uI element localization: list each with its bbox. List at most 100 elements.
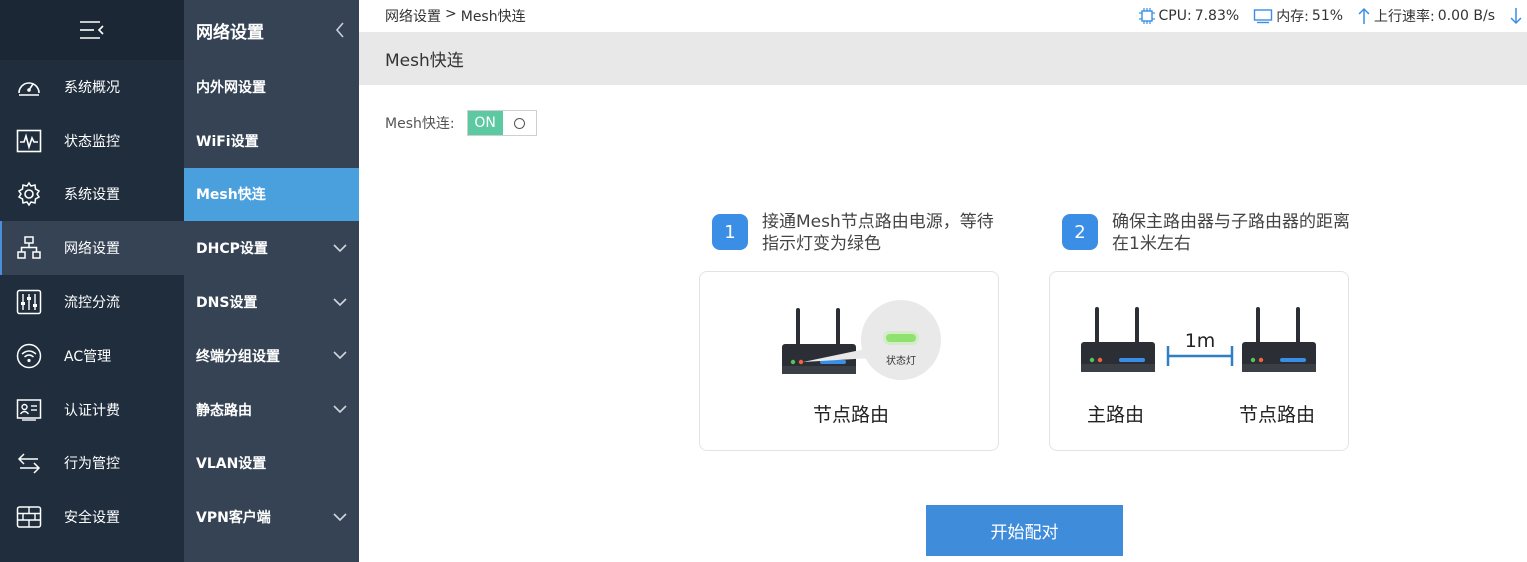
sidebar-item-label: 行为管控 (64, 456, 120, 473)
step-2: 2 确保主路由器与子路由器的距离在1米左右 (1062, 211, 1352, 255)
sidebar-item-flow-control[interactable]: 流控分流 (0, 275, 184, 329)
sidebar-item-network[interactable]: 网络设置 (0, 221, 184, 276)
subnav-item-label: DHCP设置 (196, 241, 268, 258)
sidebar-item-system[interactable]: 系统设置 (0, 168, 184, 222)
mesh-toggle-switch[interactable]: ON (466, 110, 537, 136)
node-router-label: 节点路由 (1239, 404, 1316, 426)
subnav-header: 网络设置 (184, 0, 359, 60)
collapse-menu-button[interactable] (0, 0, 184, 60)
upload-label: 上行速率: (1374, 9, 1435, 25)
gear-icon (15, 180, 43, 208)
sidebar-item-behavior[interactable]: 行为管控 (0, 437, 184, 491)
subnav-item-label: Mesh快连 (196, 187, 266, 204)
subnav-item-vpn-client[interactable]: VPN客户端 (184, 490, 359, 544)
toggle-off-circle-icon (513, 117, 525, 129)
step-number: 1 (712, 214, 748, 250)
chevron-down-icon (333, 244, 347, 252)
subnav-item-label: DNS设置 (196, 295, 258, 312)
page-title: Mesh快连 (385, 51, 464, 71)
step-text: 确保主路由器与子路由器的距离在1米左右 (1112, 212, 1350, 254)
memory-icon (1253, 9, 1273, 24)
sidebar-item-ac[interactable]: AC管理 (0, 329, 184, 383)
distance-label: 1m (1185, 330, 1216, 352)
id-card-icon (15, 396, 43, 424)
primary-nav-list: 系统概况 状态监控 系统设置 网络设置 流控分流 AC管理 认证计费 行为管控 … (0, 60, 184, 544)
subnav-item-dns[interactable]: DNS设置 (184, 275, 359, 329)
subnav-item-dhcp[interactable]: DHCP设置 (184, 221, 359, 275)
subnav-item-vlan[interactable]: VLAN设置 (184, 437, 359, 491)
app-root: 系统概况 状态监控 系统设置 网络设置 流控分流 AC管理 认证计费 行为管控 … (0, 0, 1527, 562)
sidebar-item-label: AC管理 (64, 348, 112, 365)
toggle-off-side (503, 111, 536, 135)
main-router-icon (1081, 307, 1155, 372)
transfer-arrows-icon (15, 449, 43, 477)
firewall-icon (15, 503, 43, 531)
toggle-on-text: ON (467, 111, 503, 135)
memory-value: 51% (1311, 8, 1344, 24)
sidebar-item-label: 认证计费 (64, 402, 120, 419)
sidebar-item-label: 状态监控 (64, 133, 120, 150)
top-bar: 网络设置 > Mesh快连 CPU: 7.83% 内存: 51% 上行速率: 0… (359, 0, 1527, 32)
upload-value: 0.00 B/s (1437, 8, 1495, 24)
sliders-icon (15, 288, 43, 316)
sidebar-item-label: 系统概况 (64, 79, 120, 96)
cpu-status: CPU: 7.83% (1138, 7, 1240, 25)
step-text: 接通Mesh节点路由电源，等待指示灯变为绿色 (762, 212, 994, 254)
breadcrumb-parent[interactable]: 网络设置 (385, 6, 441, 26)
subnav-item-static-route[interactable]: 静态路由 (184, 383, 359, 437)
wifi-icon (15, 342, 43, 370)
router-icon (782, 308, 856, 374)
menu-collapse-icon (80, 21, 104, 39)
mesh-toggle-label: Mesh快连: (385, 116, 455, 132)
arrow-up-icon (1358, 7, 1370, 24)
chevron-left-icon[interactable] (335, 22, 345, 38)
sidebar-item-security[interactable]: 安全设置 (0, 490, 184, 544)
memory-label: 内存: (1276, 9, 1309, 25)
subnav-item-terminal-group[interactable]: 终端分组设置 (184, 329, 359, 383)
subnav-item-label: 静态路由 (196, 402, 252, 419)
network-topology-icon (15, 234, 43, 262)
node-router-label: 节点路由 (813, 404, 890, 426)
page-title-bar: Mesh快连 (359, 32, 1527, 85)
arrow-down-icon (1510, 8, 1522, 25)
cpu-chip-icon (1138, 8, 1155, 24)
start-pairing-button[interactable]: 开始配对 (926, 505, 1123, 556)
mesh-toggle-row: Mesh快连: ON (385, 110, 537, 136)
subnav-item-label: 终端分组设置 (196, 348, 280, 365)
chevron-down-icon (333, 351, 347, 360)
breadcrumb-separator: > (445, 6, 457, 22)
status-light-label: 状态灯 (886, 354, 916, 367)
memory-status: 内存: 51% (1253, 6, 1343, 26)
secondary-sidebar: 网络设置 内外网设置 WiFi设置 Mesh快连 DHCP设置 DNS设置 终端… (184, 0, 359, 562)
chevron-down-icon (333, 298, 347, 306)
subnav-item-label: WiFi设置 (196, 133, 259, 150)
cpu-value: 7.83% (1194, 8, 1240, 24)
sidebar-item-label: 网络设置 (64, 241, 120, 258)
sidebar-item-label: 安全设置 (64, 510, 120, 527)
primary-sidebar: 系统概况 状态监控 系统设置 网络设置 流控分流 AC管理 认证计费 行为管控 … (0, 0, 184, 562)
subnav-item-lan-wan[interactable]: 内外网设置 (184, 60, 359, 114)
subnav-item-wifi[interactable]: WiFi设置 (184, 114, 359, 168)
sidebar-item-label: 流控分流 (64, 295, 120, 312)
upload-status: 上行速率: 0.00 B/s (1357, 6, 1495, 26)
subnav-item-label: VLAN设置 (196, 456, 267, 473)
sidebar-item-label: 系统设置 (64, 187, 120, 204)
sidebar-item-auth[interactable]: 认证计费 (0, 383, 184, 437)
sidebar-item-monitor[interactable]: 状态监控 (0, 114, 184, 168)
step-number: 2 (1062, 214, 1098, 250)
subnav-item-label: 内外网设置 (196, 79, 266, 96)
chevron-down-icon (333, 513, 347, 521)
router-distance-illustration: 1m (1081, 307, 1316, 372)
sidebar-item-overview[interactable]: 系统概况 (0, 60, 184, 114)
node-router-card: 状态灯 节点路由 (699, 271, 999, 451)
main-router-label: 主路由 (1087, 404, 1145, 426)
node-router-icon (1242, 307, 1316, 372)
subnav-item-label: VPN客户端 (196, 510, 271, 527)
subnav-title: 网络设置 (196, 22, 264, 43)
pulse-monitor-icon (15, 127, 43, 155)
step-1: 1 接通Mesh节点路由电源，等待指示灯变为绿色 (712, 211, 1002, 255)
breadcrumb: 网络设置 > Mesh快连 (385, 6, 526, 26)
subnav-item-mesh[interactable]: Mesh快连 (184, 167, 359, 222)
breadcrumb-current: Mesh快连 (460, 9, 526, 25)
cpu-label: CPU: (1158, 8, 1192, 24)
